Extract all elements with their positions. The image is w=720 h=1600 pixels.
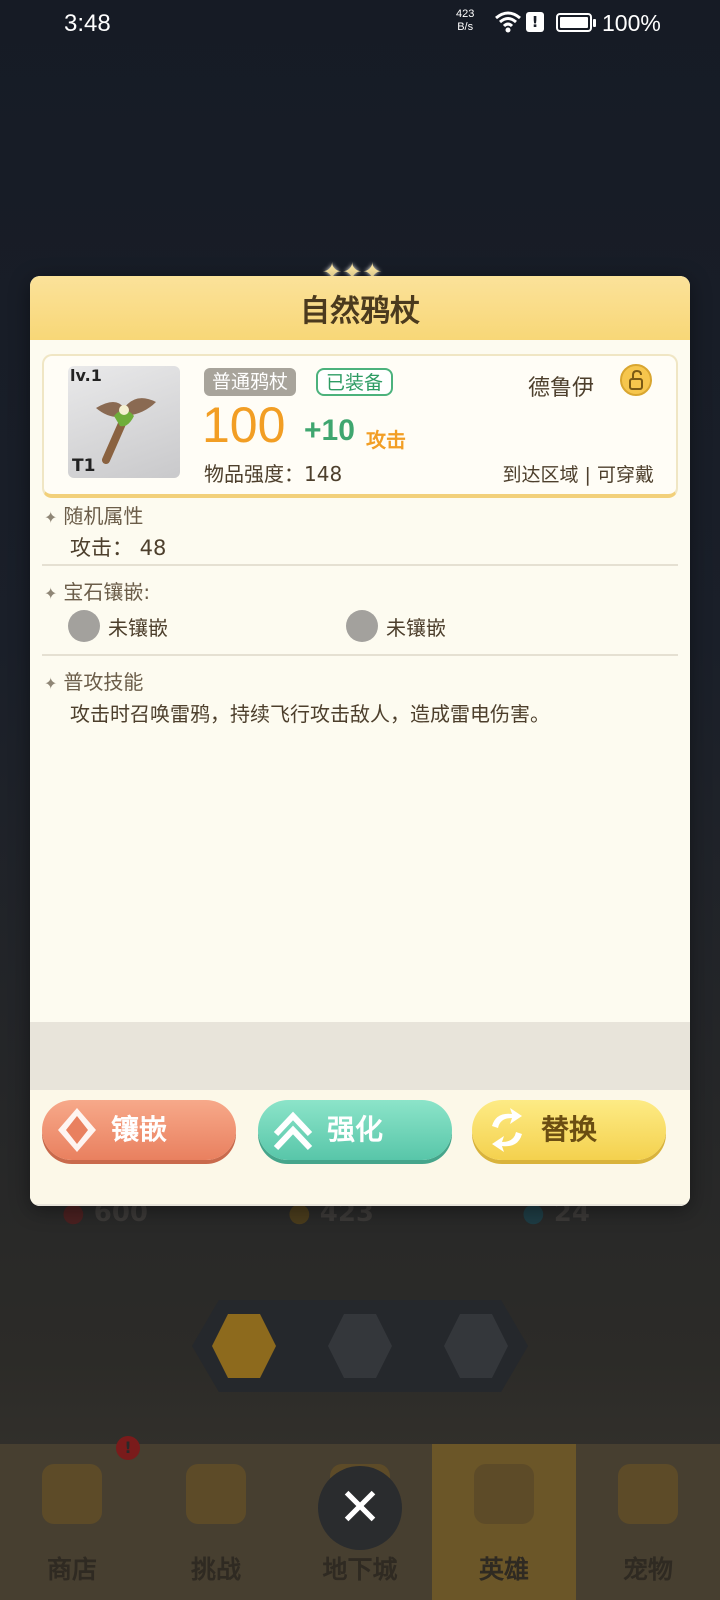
dialog-title: 自然鸦杖 (300, 294, 420, 329)
close-button[interactable]: ✕ (318, 1466, 402, 1550)
attack-base-value: 100 (202, 397, 286, 453)
bg-tab-weapon-icon (212, 1314, 276, 1378)
equipped-tag: 已装备 (316, 368, 394, 396)
nav-item-pet[interactable]: 宠物 (576, 1444, 720, 1600)
net-speed: 423 B/s (456, 8, 474, 34)
gem-slot-label: 未镶嵌 (108, 616, 168, 640)
scale-icon (42, 1464, 102, 1524)
sparkle-bullet-icon: ✦ (44, 584, 58, 603)
sparkle-bullet-icon: ✦ (44, 674, 58, 693)
unlock-icon[interactable] (620, 364, 652, 396)
item-thumbnail[interactable]: lv.1 T1 (68, 366, 180, 478)
nav-item-shop[interactable]: 商店 (0, 1444, 144, 1600)
divider (42, 564, 678, 566)
item-type-tag: 普通鸦杖 (204, 368, 297, 396)
item-level: lv.1 (70, 366, 102, 385)
net-speed-unit: B/s (457, 21, 474, 33)
alert-icon: ! (526, 12, 544, 32)
item-region-info: 到达区域 | 可穿戴 (502, 464, 654, 486)
shop-notification-badge: ! (116, 1436, 140, 1460)
replace-button[interactable]: 替换 (472, 1100, 666, 1160)
random-attr-title: ✦ 随机属性 (44, 504, 144, 528)
nav-label-pet: 宠物 (622, 1555, 673, 1584)
bg-tab-rune-icon (444, 1314, 508, 1378)
battery-icon (556, 13, 596, 32)
nav-label-shop: 商店 (46, 1555, 97, 1584)
attack-label: 攻击 (366, 428, 406, 452)
action-bar: 镶嵌 强化 替换 (30, 1090, 690, 1204)
paw-icon (618, 1464, 678, 1524)
status-bar: 3:48 423 B/s ! 100% (0, 0, 720, 48)
nav-item-hero[interactable]: 英雄 (432, 1444, 576, 1600)
swap-icon (492, 1108, 522, 1152)
sparkle-bullet-icon: ✦ (44, 508, 58, 527)
divider (42, 654, 678, 656)
item-detail-dialog: 自然鸦杖 lv.1 T1 普通鸦杖 已装备 德鲁伊 100 +10 攻击 物品强… (30, 276, 690, 1206)
bg-category-tabs (192, 1300, 528, 1392)
net-speed-value: 423 (456, 8, 475, 20)
class-name: 德鲁伊 (528, 376, 595, 401)
nav-label-challenge: 挑战 (190, 1555, 241, 1584)
wifi-icon (495, 11, 521, 33)
inlay-button[interactable]: 镶嵌 (42, 1100, 236, 1160)
dialog-header: 自然鸦杖 (30, 276, 690, 340)
helmet-icon (474, 1464, 534, 1524)
nav-item-challenge[interactable]: 挑战 (144, 1444, 288, 1600)
enhance-label: 强化 (326, 1113, 383, 1146)
empty-gem-icon (68, 610, 100, 642)
status-time: 3:48 (64, 10, 111, 37)
gem-section-title: ✦ 宝石镶嵌: (44, 580, 151, 604)
chevron-up-icon (273, 1111, 313, 1151)
gem-slot-label: 未镶嵌 (386, 616, 446, 640)
bg-tab-gem-icon (328, 1314, 392, 1378)
attack-bonus-value: +10 (304, 414, 355, 447)
enhance-button[interactable]: 强化 (258, 1100, 452, 1160)
empty-gem-icon (346, 610, 378, 642)
random-attr-line: 攻击： 48 (70, 536, 167, 560)
nav-label-hero: 英雄 (478, 1555, 529, 1584)
battery-percent: 100% (602, 10, 661, 36)
item-tier: T1 (72, 456, 96, 476)
item-strength: 物品强度：148 (204, 462, 343, 486)
item-summary-card: lv.1 T1 普通鸦杖 已装备 德鲁伊 100 +10 攻击 物品强度：148… (42, 354, 678, 498)
banner-icon (186, 1464, 246, 1524)
skill-description: 攻击时召唤雷鸦，持续飞行攻击敌人，造成雷电伤害。 (70, 702, 550, 726)
skill-section-title: ✦ 普攻技能 (44, 670, 144, 694)
replace-label: 替换 (540, 1113, 597, 1146)
diamond-icon (58, 1108, 96, 1152)
nav-label-dungeon: 地下城 (322, 1555, 398, 1584)
gem-slot-1[interactable]: 未镶嵌 (68, 608, 208, 644)
inlay-label: 镶嵌 (110, 1113, 167, 1146)
raven-staff-icon (96, 398, 156, 464)
gem-slot-2[interactable]: 未镶嵌 (346, 608, 486, 644)
